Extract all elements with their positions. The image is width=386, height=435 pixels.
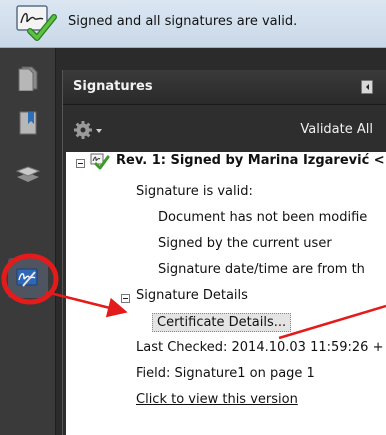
validate-all-button[interactable]: Validate All (300, 122, 373, 137)
chevron-left-icon (366, 84, 369, 90)
signature-validity-label: Signature is valid: (136, 184, 253, 199)
signature-field-info: Field: Signature1 on page 1 (136, 366, 315, 381)
panel-title: Signatures (73, 79, 153, 94)
signature-time-status: Signature date/time are from th (158, 262, 365, 277)
app-window: Signed and all signatures are valid. Sig… (0, 0, 386, 435)
layers-icon (15, 166, 41, 182)
collapse-panel-button[interactable] (361, 80, 373, 94)
bookmarks-icon (19, 111, 37, 135)
last-checked-info: Last Checked: 2014.10.03 11:59:26 + (136, 340, 384, 355)
bookmarks-panel-button[interactable] (8, 103, 48, 143)
signature-tree: Rev. 1: Signed by Marina Izgarević < Sig… (66, 152, 386, 435)
signature-details-item[interactable]: Signature Details (136, 288, 248, 303)
document-integrity-status: Document has not been modifie (158, 210, 368, 225)
expand-revision-toggle[interactable] (76, 159, 85, 168)
gear-icon (74, 121, 102, 139)
expand-signature-details-toggle[interactable] (121, 294, 130, 303)
layers-panel-button[interactable] (8, 153, 48, 193)
pages-icon (18, 66, 38, 91)
signature-revision-item[interactable]: Rev. 1: Signed by Marina Izgarević < (116, 153, 385, 168)
signature-status-message: Signed and all signatures are valid. (68, 14, 298, 29)
chevron-down-icon (96, 129, 102, 133)
signature-check-icon (90, 153, 110, 170)
signatures-icon (16, 268, 38, 287)
navigation-rail (0, 48, 56, 435)
pages-panel-button[interactable] (8, 58, 48, 98)
certificate-details-link[interactable]: Certificate Details... (152, 313, 292, 332)
options-menu-button[interactable] (73, 120, 107, 140)
view-version-link[interactable]: Click to view this version (136, 392, 298, 407)
signer-identity-status: Signed by the current user (158, 236, 332, 251)
signature-valid-icon (16, 5, 60, 43)
signatures-panel-button[interactable] (8, 258, 48, 298)
panel-header: Signatures (63, 70, 386, 105)
document-message-bar: Signed and all signatures are valid. (0, 0, 386, 48)
panel-toolbar: Validate All (63, 116, 386, 146)
